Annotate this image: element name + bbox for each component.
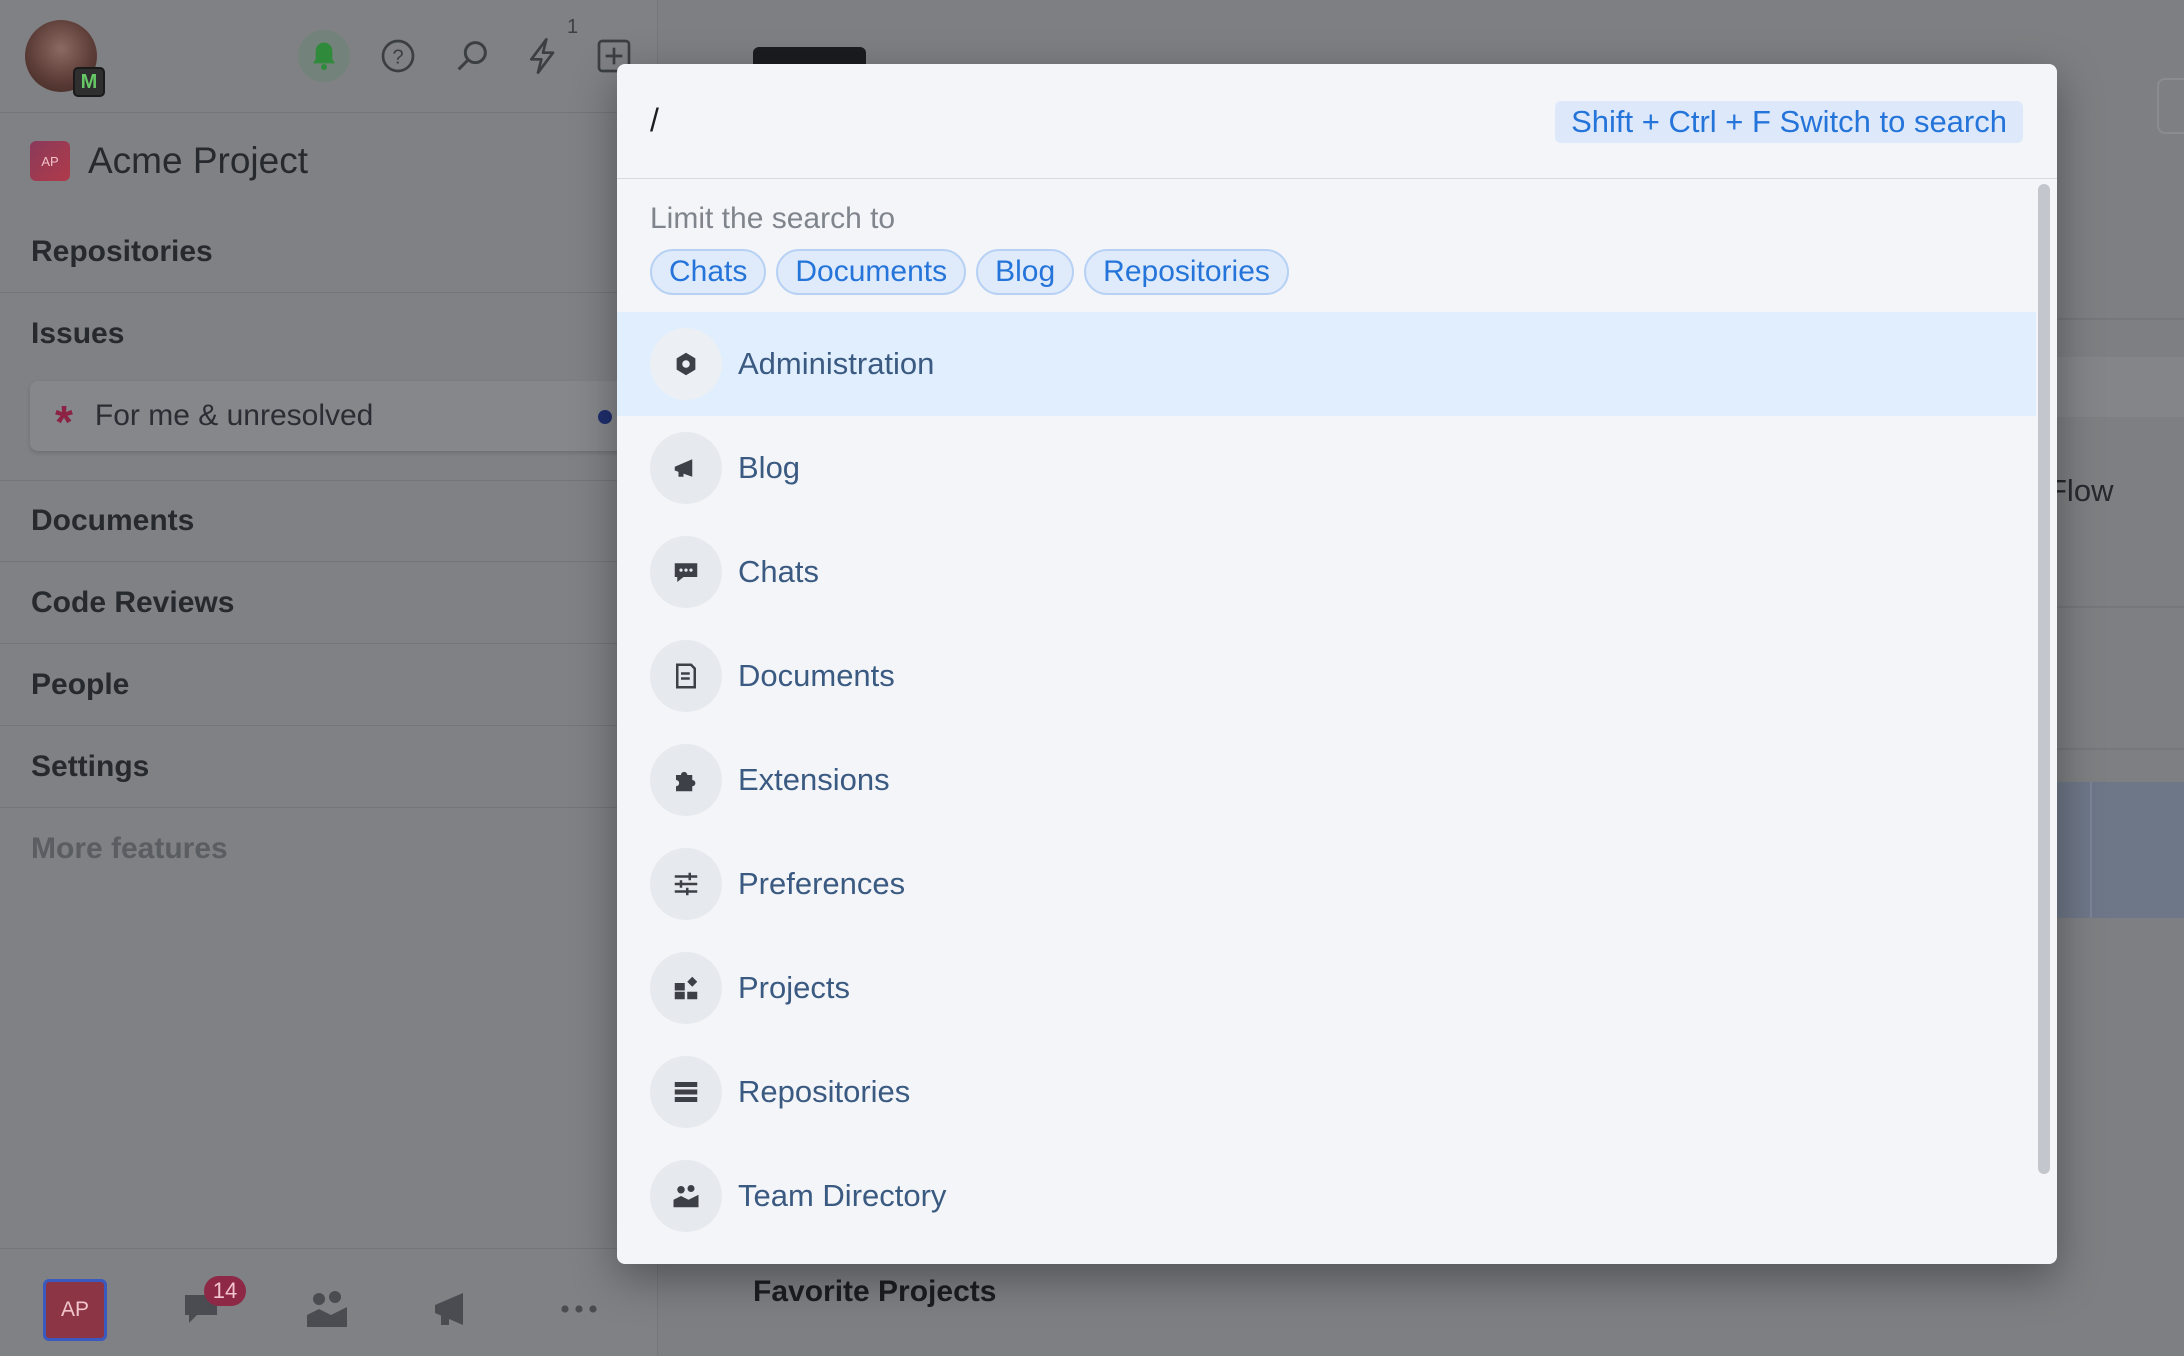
search-icon[interactable] [446,30,498,82]
bell-icon[interactable] [298,30,350,82]
search-query-input[interactable]: / [650,102,659,139]
result-blog[interactable]: Blog [617,416,2036,520]
team-icon[interactable] [294,1276,360,1342]
chip-chats[interactable]: Chats [650,249,767,295]
sidebar-item-people[interactable]: People [0,644,658,726]
main-header-strip [2055,357,2184,417]
svg-text:?: ? [392,47,403,69]
result-label: Repositories [738,1074,911,1109]
result-label: Team Directory [738,1178,947,1213]
results-scrollbar[interactable] [2038,184,2050,1174]
sidebar: M ? 1 AP Acme Project Repositories Issue… [0,0,658,1356]
sidebar-item-label: Code Reviews [31,585,235,619]
main-flow-text: Flow [2048,473,2114,508]
result-repositories[interactable]: Repositories [617,1040,2036,1144]
result-documents[interactable]: Documents [617,624,2036,728]
sidebar-item-code-reviews[interactable]: Code Reviews + [0,562,658,644]
chip-repositories[interactable]: Repositories [1084,249,1289,295]
switch-to-search-hint[interactable]: Shift + Ctrl + F Switch to search [1555,101,2023,143]
result-label: Extensions [738,762,890,797]
sidebar-item-documents[interactable]: Documents + [0,480,658,562]
sliders-icon [650,848,722,920]
unread-dot-icon [598,410,612,424]
issues-filter-for-me-unresolved[interactable]: * For me & unresolved 1 [30,381,650,451]
result-projects[interactable]: Projects [617,936,2036,1040]
result-extensions[interactable]: Extensions [617,728,2036,832]
sidebar-item-repositories[interactable]: Repositories [0,211,658,293]
chat-bubble-icon [650,536,722,608]
sidebar-item-label: Documents [31,504,195,537]
help-icon[interactable]: ? [372,30,424,82]
main-highlight-block [2055,782,2184,918]
result-label: Blog [738,450,801,485]
result-preferences[interactable]: Preferences [617,832,2036,936]
sidebar-item-settings[interactable]: Settings [0,726,658,808]
divider [2055,606,2184,608]
popup-search-bar: / Shift + Ctrl + F Switch to search [617,64,2057,179]
result-chats[interactable]: Chats [617,520,2036,624]
favorite-projects-heading: Favorite Projects [753,1275,997,1308]
result-label: Administration [738,346,935,381]
document-icon [650,640,722,712]
top-toolbar: M ? 1 [0,0,658,113]
result-label: Documents [738,658,895,693]
chip-documents[interactable]: Documents [776,249,967,295]
navigation-popup: / Shift + Ctrl + F Switch to search Limi… [617,64,2057,1264]
divider [2090,782,2092,918]
project-header[interactable]: AP Acme Project [30,140,308,182]
repository-icon [650,1056,722,1128]
project-logo: AP [30,141,70,181]
sidebar-item-issues[interactable]: Issues [0,293,658,375]
lightning-icon[interactable] [517,30,569,82]
main-side-button[interactable] [2157,78,2184,134]
asterisk-icon: * [55,396,73,448]
team-icon [650,1160,722,1232]
puzzle-icon [650,744,722,816]
divider [2055,748,2184,750]
divider [2055,318,2184,320]
quick-actions-count: 1 [567,16,579,38]
results-list: Administration Blog Chats Documents Exte… [617,312,2036,1248]
chats-badge: 14 [204,1276,246,1306]
more-icon[interactable] [546,1276,612,1342]
avatar-status-badge: M [73,67,105,97]
scope-chips: Chats Documents Blog Repositories [650,249,1299,295]
chip-blog[interactable]: Blog [976,249,1075,295]
limit-search-label: Limit the search to [650,202,896,235]
sidebar-item-more-features[interactable]: More features [0,808,658,890]
result-label: Chats [738,554,819,589]
result-label: Projects [738,970,850,1005]
result-administration[interactable]: Administration [617,312,2036,416]
projects-icon [650,952,722,1024]
result-team-directory[interactable]: Team Directory [617,1144,2036,1248]
bottom-project-logo[interactable]: AP [43,1279,107,1341]
project-name: Acme Project [88,140,309,181]
blog-icon[interactable] [420,1276,486,1342]
megaphone-icon [650,432,722,504]
gear-icon [650,328,722,400]
result-label: Preferences [738,866,906,901]
filter-label: For me & unresolved [94,399,374,432]
